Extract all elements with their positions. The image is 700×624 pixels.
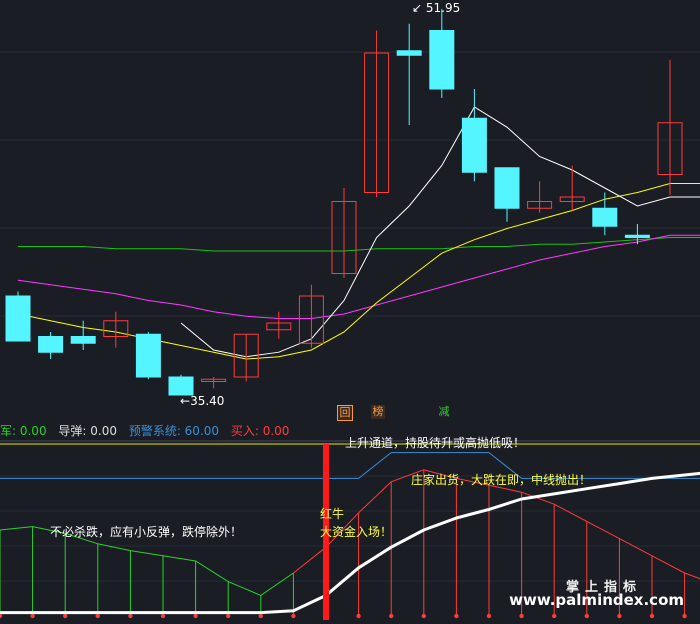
indicator-stem-dot	[617, 613, 622, 619]
indicator-text-rebound: 不必杀跌，应有小反弹，跌停除外！	[50, 525, 243, 539]
ma-magenta-line	[17, 234, 700, 319]
indicator-stem-dot	[128, 613, 133, 619]
indicator-text-sell: 庄家出货，大跌在即，中线抛出！	[411, 473, 592, 487]
indicator-stem-dot	[486, 613, 492, 619]
indicator-stem-dot	[682, 613, 687, 619]
indicator-stem-dot	[62, 613, 68, 619]
chart-root: { "chart_data": { "type": "candlestick",…	[0, 0, 700, 624]
indicator-stem-dot	[519, 613, 524, 619]
indicator-stem-dot	[226, 613, 231, 619]
candle-down	[624, 234, 650, 238]
arrow-icon: ←	[180, 394, 191, 408]
legend-label: 军:	[0, 424, 20, 438]
indicator-stem-dot	[30, 613, 35, 619]
legend-value: 0.00	[19, 424, 47, 438]
legend-label: 买入:	[230, 424, 263, 438]
candle-down	[429, 30, 455, 90]
grid-layer	[0, 51, 700, 582]
candle-down	[38, 336, 64, 353]
indicator-stem-dot	[258, 613, 263, 619]
candle-down	[5, 295, 31, 342]
candle-down	[70, 336, 96, 344]
legend-value: 0.00	[90, 424, 117, 438]
indicator-cyan-line	[0, 452, 700, 479]
ma-green-line	[18, 237, 700, 252]
candle-down	[592, 207, 618, 227]
indicator-stem-dot	[454, 613, 459, 619]
legend-label: 预警系统:	[128, 424, 185, 438]
ma-white-line	[180, 106, 700, 358]
candle-down	[396, 50, 422, 56]
badge-bang[interactable]: 榜	[371, 405, 385, 419]
indicator-stem-dot	[552, 613, 557, 619]
candles-layer	[5, 9, 683, 396]
high-price-label: ↙ 51.95	[412, 1, 460, 15]
low-price-label: ←35.40	[180, 394, 224, 408]
indicator-stem-dot	[95, 613, 101, 619]
indicator-stem-dot	[356, 613, 361, 619]
watermark-url: www.palmindex.com	[509, 591, 684, 609]
badge-jian[interactable]: 减	[437, 405, 451, 419]
legend-label: 导弹:	[58, 424, 91, 438]
candle-down	[494, 167, 520, 209]
high-price-value: 51.95	[425, 1, 461, 15]
badge-hui[interactable]: 回	[337, 405, 353, 421]
low-price-value: 35.40	[190, 394, 225, 408]
indicator-stem-dot	[421, 613, 426, 619]
legend-item-mairu: 买入: 0.00	[231, 424, 290, 438]
arrow-icon: ↙	[412, 1, 423, 15]
legend-item-jun: 军: 0.00	[0, 424, 47, 438]
candle-down	[168, 376, 194, 396]
indicator-text-big-money: 大资金入场！	[320, 525, 393, 539]
indicator-stem-dot	[584, 613, 589, 619]
indicator-stem-dot	[0, 613, 3, 619]
indicator-stem-dot	[649, 613, 655, 619]
candle-down	[461, 117, 487, 173]
legend-value: 60.00	[184, 424, 220, 438]
indicator-stem-dot	[389, 613, 394, 619]
indicator-text-hongniu: 红牛	[320, 507, 345, 521]
indicator-legend: 军: 0.00 导弹: 0.00 预警系统: 60.00 买入: 0.00	[0, 422, 297, 440]
legend-item-daodan: 导弹: 0.00	[58, 424, 117, 438]
indicator-stem-dot	[193, 613, 198, 619]
legend-item-yujing: 预警系统: 60.00	[129, 424, 219, 438]
indicator-text-uptrend: 上升通道，持股待升或高抛低吸！	[345, 436, 526, 450]
indicator-stem-dot	[291, 613, 296, 619]
indicator-stem-dot	[160, 613, 166, 619]
legend-value: 0.00	[262, 424, 290, 438]
candle-down	[135, 333, 161, 378]
